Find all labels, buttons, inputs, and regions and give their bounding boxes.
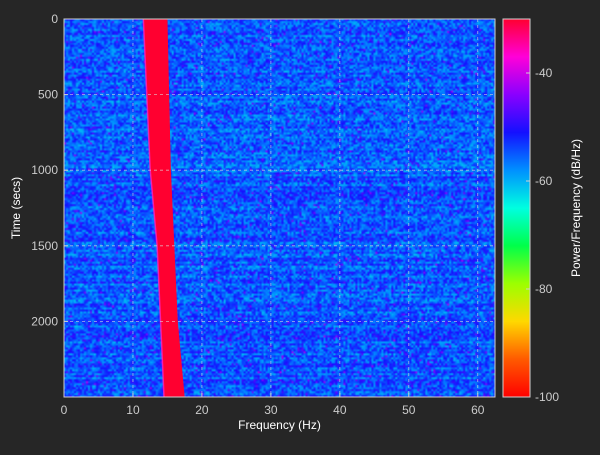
- y-tick-label: 2000: [31, 314, 58, 328]
- colorbar-ticks: -40 -60 -80 -100: [526, 66, 559, 404]
- x-tick-label: 30: [264, 403, 278, 417]
- x-tick-label: 20: [195, 403, 209, 417]
- x-tick-label: 10: [126, 403, 140, 417]
- spectrogram-svg: 0 10 20 30 40 50 60 0 500 1000 1500 2000 Frequency…: [9, 12, 583, 432]
- spectrogram-chart: 0 10 20 30 40 50 60 0 500 1000 1500 2000 Frequency…: [0, 0, 600, 450]
- y-axis-label: Time (secs): [9, 177, 23, 239]
- x-tick-label: 0: [61, 403, 68, 417]
- colorbar-gradient: [503, 19, 530, 397]
- colorbar-tick-label: -100: [535, 390, 559, 404]
- x-tick-label: 40: [333, 403, 347, 417]
- colorbar-tick-label: -80: [535, 282, 553, 296]
- colorbar-label: Power/Frequency (dB/Hz): [569, 139, 583, 277]
- x-axis-label: Frequency (Hz): [238, 418, 321, 432]
- plot-area: [63, 18, 496, 398]
- y-tick-label: 500: [38, 88, 58, 102]
- y-axis-ticks: 0 500 1000 1500 2000: [31, 12, 68, 328]
- colorbar: -40 -60 -80 -100 Power/Frequency (dB/Hz): [502, 18, 583, 404]
- x-tick-label: 60: [471, 403, 485, 417]
- x-tick-label: 50: [402, 403, 416, 417]
- colorbar-tick-label: -60: [535, 174, 553, 188]
- heatmap-image: [64, 19, 495, 397]
- y-tick-label: 1000: [31, 163, 58, 177]
- colorbar-tick-label: -40: [535, 66, 553, 80]
- y-tick-label: 0: [51, 12, 58, 26]
- y-tick-label: 1500: [31, 239, 58, 253]
